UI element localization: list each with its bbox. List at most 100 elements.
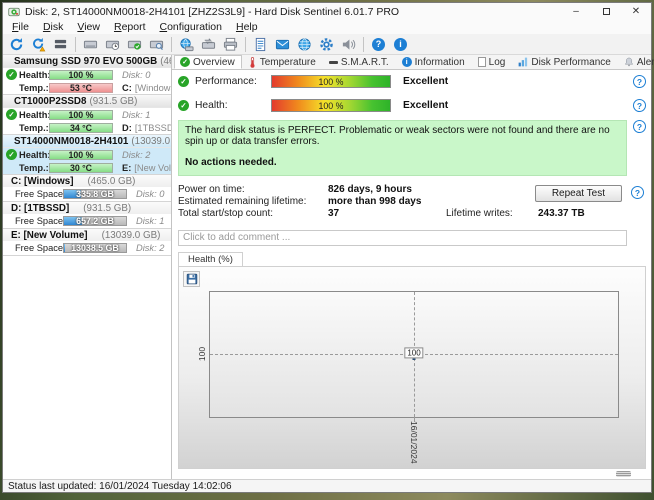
- performance-gauge: 100 %: [271, 75, 391, 88]
- refresh-alert-icon: [31, 37, 46, 52]
- menu-file[interactable]: File: [5, 21, 36, 33]
- disk-temp-row: Temp.: 30 °C E:[New Volume]: [3, 161, 171, 174]
- volume-label: D:[1TBSSD]: [122, 123, 172, 133]
- repeat-test-help-icon[interactable]: ?: [631, 186, 644, 199]
- tab-smart[interactable]: S.M.A.R.T.: [323, 55, 396, 69]
- partition-item-e[interactable]: E: [New Volume] (13039.0 GB) Free Space …: [3, 229, 171, 256]
- performance-row: ✓ Performance: 100 % Excellent ?: [178, 74, 646, 89]
- report-button[interactable]: [250, 35, 271, 54]
- tab-temperature[interactable]: Temperature: [242, 55, 323, 69]
- lifetime-value: more than 998 days: [328, 196, 446, 207]
- menu-configuration[interactable]: Configuration: [153, 21, 229, 33]
- partition-free-row: Free Space 13038.5 GB Disk: 2: [3, 241, 171, 255]
- disk-name: CT1000P2SSD8: [14, 96, 86, 107]
- partition-free-row: Free Space 657.2 GB Disk: 1: [3, 214, 171, 228]
- health-label: Health:: [19, 110, 49, 120]
- chart-resize-grip[interactable]: [616, 471, 631, 477]
- disk-name: ST14000NM0018-2H4101: [14, 136, 128, 147]
- free-space-bar: 657.2 GB: [63, 216, 127, 226]
- health-label: Health:: [19, 70, 49, 80]
- tab-log[interactable]: Log: [472, 55, 513, 69]
- disk-transfer-button[interactable]: [198, 35, 219, 54]
- tab-information[interactable]: i Information: [396, 55, 472, 69]
- disk-search-button[interactable]: [146, 35, 167, 54]
- tab-disk-performance[interactable]: Disk Performance: [512, 55, 617, 69]
- print-button[interactable]: [220, 35, 241, 54]
- help-button[interactable]: ?: [368, 35, 389, 54]
- health-label: Health:: [19, 150, 49, 160]
- health-help-icon[interactable]: ?: [633, 99, 646, 112]
- refresh-alert-button[interactable]: [28, 35, 49, 54]
- sounds-button[interactable]: [338, 35, 359, 54]
- settings-button[interactable]: [316, 35, 337, 54]
- status-text: The hard disk status is PERFECT. Problem…: [185, 125, 620, 147]
- disk-size: (465.8 GB): [160, 56, 172, 67]
- window-title: Disk: 2, ST14000NM0018-2H4101 [ZHZ2S3L9]…: [25, 6, 561, 18]
- health-chart-tab[interactable]: Health (%): [178, 252, 243, 266]
- maximize-button[interactable]: [591, 4, 621, 20]
- performance-rating: Excellent: [403, 76, 448, 87]
- free-space-bar: 13038.5 GB: [63, 243, 127, 253]
- lifetime-writes-label: Lifetime writes:: [446, 208, 538, 219]
- menu-help[interactable]: Help: [229, 21, 265, 33]
- thermometer-icon: [248, 57, 257, 68]
- tab-overview[interactable]: ✓ Overview: [174, 55, 242, 69]
- partition-size: (465.0 GB): [88, 176, 136, 187]
- main-panel: ✓ Overview Temperature S.M.A.R.T. i: [172, 55, 651, 479]
- disk-globe-button[interactable]: [176, 35, 197, 54]
- lifetime-label: Estimated remaining lifetime:: [178, 196, 328, 207]
- disk-icon: [83, 37, 98, 52]
- disk-button[interactable]: [80, 35, 101, 54]
- disk-ok-button[interactable]: [124, 35, 145, 54]
- health-row: ✓ Health: 100 % Excellent ?: [178, 98, 646, 113]
- disk-clock-button[interactable]: [102, 35, 123, 54]
- partition-name: C: [Windows]: [11, 176, 74, 187]
- partition-item-c[interactable]: C: [Windows] (465.0 GB) Free Space 335.8…: [3, 175, 171, 202]
- toolbar-separator: [75, 37, 76, 52]
- disk-list-item-1[interactable]: CT1000P2SSD8 (931.5 GB) ✓ Health: 100 % …: [3, 95, 171, 135]
- close-button[interactable]: ✕: [621, 4, 651, 20]
- disk-number: Disk: 0: [136, 189, 164, 199]
- menu-view[interactable]: View: [70, 21, 107, 33]
- repeat-test-button[interactable]: Repeat Test: [535, 185, 622, 202]
- disk-list-item-2-selected[interactable]: ST14000NM0018-2H4101 (13039.0 GB) ✓ Heal…: [3, 135, 171, 175]
- info-icon: i: [394, 38, 407, 51]
- menu-disk[interactable]: Disk: [36, 21, 70, 33]
- comment-input[interactable]: [178, 230, 627, 246]
- comment-section: [178, 227, 627, 246]
- settings-gear-icon: [319, 37, 334, 52]
- disk-remove-button[interactable]: [50, 35, 71, 54]
- sound-icon: [341, 37, 356, 52]
- status-bar-text: Status last updated: 16/01/2024 Tuesday …: [8, 481, 232, 492]
- menu-report[interactable]: Report: [107, 21, 153, 33]
- partition-item-d[interactable]: D: [1TBSSD] (931.5 GB) Free Space 657.2 …: [3, 202, 171, 229]
- information-tab-icon: i: [402, 57, 412, 67]
- temp-bar: 53 °C: [49, 83, 113, 93]
- menu-bar: File Disk View Report Configuration Help: [3, 20, 651, 34]
- refresh-button[interactable]: [6, 35, 27, 54]
- temp-label: Temp.:: [19, 83, 49, 93]
- startstop-value: 37: [328, 208, 446, 219]
- disk-remove-icon: [53, 37, 68, 52]
- status-help-icon[interactable]: ?: [633, 120, 646, 133]
- status-action-text: No actions needed.: [185, 157, 620, 168]
- health-chart-section: Health (%) 100 16/01/2: [178, 252, 646, 470]
- save-chart-button[interactable]: [183, 271, 200, 287]
- partition-title: E: [New Volume] (13039.0 GB): [3, 229, 171, 241]
- disk-list-item-0[interactable]: Samsung SSD 970 EVO 500GB (465.8 GB) ✓ H…: [3, 55, 171, 95]
- partition-size: (931.5 GB): [83, 203, 131, 214]
- temp-bar: 34 °C: [49, 123, 113, 133]
- web-button[interactable]: [294, 35, 315, 54]
- overview-tab-icon: ✓: [180, 57, 190, 67]
- info-button[interactable]: i: [390, 35, 411, 54]
- email-button[interactable]: [272, 35, 293, 54]
- disk-number: Disk: 2: [136, 243, 164, 253]
- disk-title: ST14000NM0018-2H4101 (13039.0 GB): [3, 135, 171, 148]
- health-ok-icon: ✓: [6, 109, 17, 120]
- performance-help-icon[interactable]: ?: [633, 75, 646, 88]
- print-icon: [223, 37, 238, 52]
- health-label: Health:: [195, 100, 271, 111]
- minimize-button[interactable]: –: [561, 4, 591, 20]
- disk-name: Samsung SSD 970 EVO 500GB: [14, 56, 157, 67]
- tab-alerts[interactable]: Alerts: [618, 55, 654, 69]
